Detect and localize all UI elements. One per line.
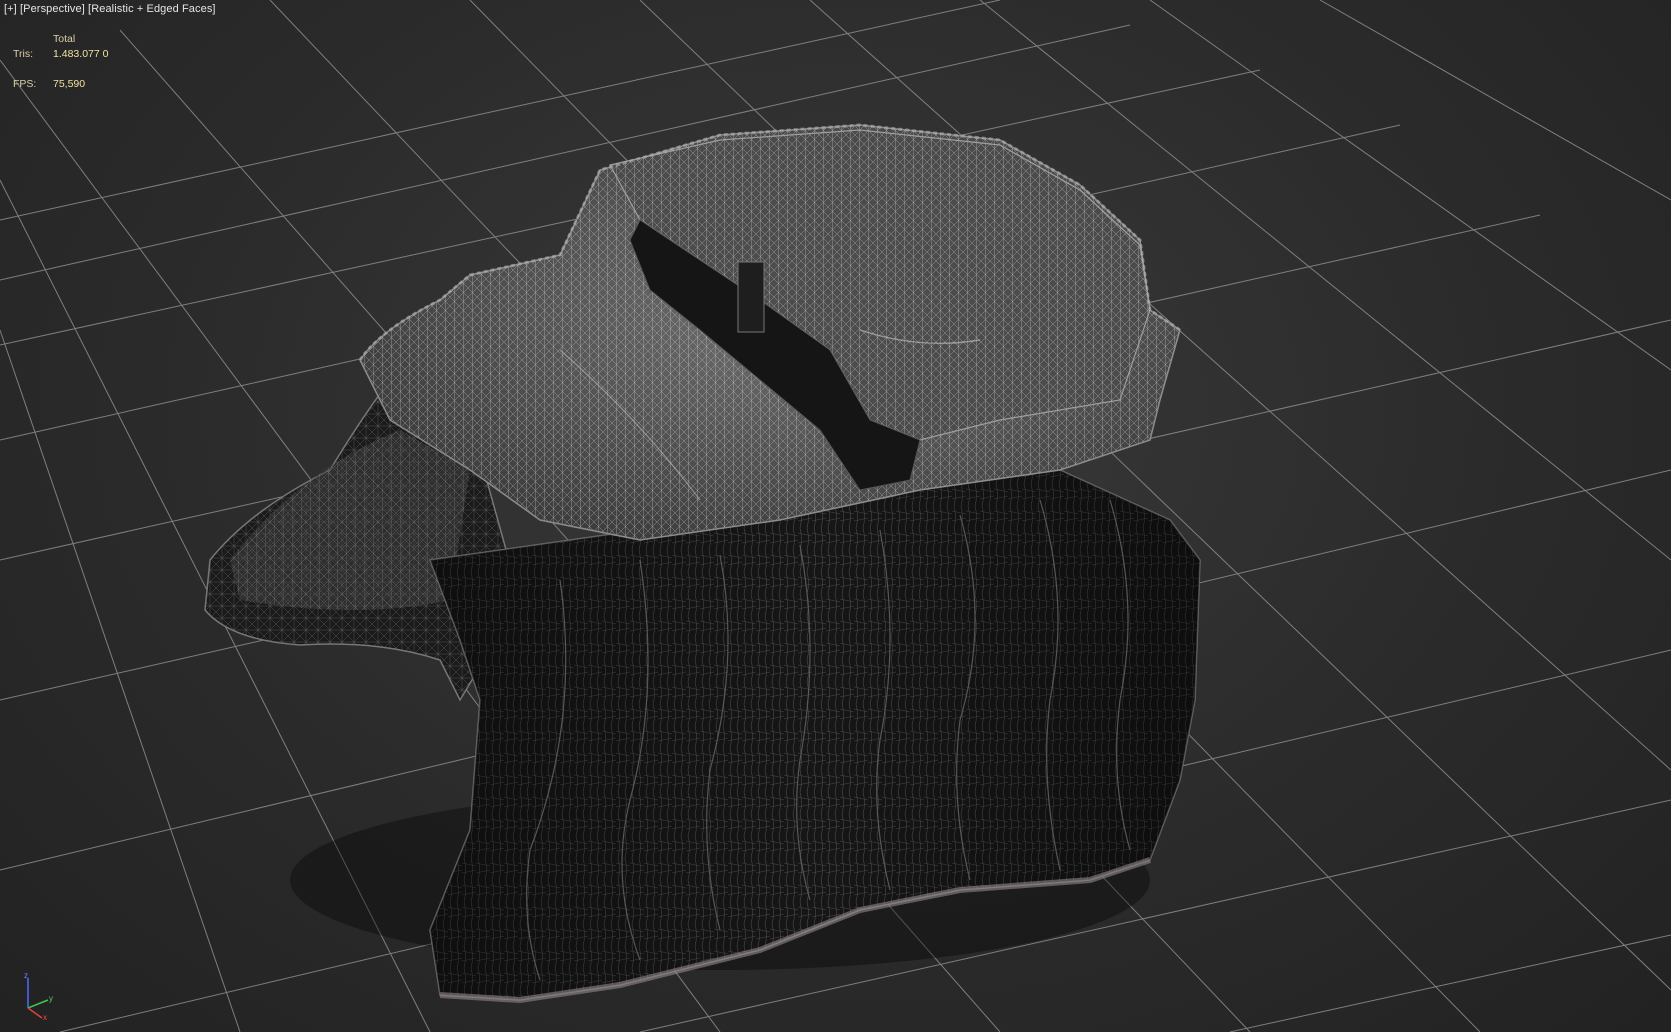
stats-tris-label: Tris: (13, 48, 34, 60)
3d-viewport[interactable]: [+] [Perspective] [Realistic + Edged Fac… (0, 0, 1671, 1032)
viewport-scene[interactable] (0, 0, 1671, 1032)
axis-tripod-icon: z y x (24, 971, 53, 1020)
viewport-shading-menu[interactable]: [Realistic + Edged Faces] (88, 3, 216, 15)
viewport-label: [+] [Perspective] [Realistic + Edged Fac… (4, 3, 216, 15)
stats-fps-label: FPS: (13, 78, 37, 90)
axis-y-label: y (49, 994, 53, 1003)
axis-x-label: x (43, 1013, 47, 1020)
stats-tris-value: 1.483.077 0 (53, 48, 109, 60)
tree-stump-mesh[interactable] (204, 123, 1201, 1004)
stats-header-total: Total (53, 33, 76, 45)
viewport-general-menu[interactable]: [+] (4, 3, 17, 15)
stump-splinter (737, 261, 765, 333)
axis-z-label: z (24, 971, 28, 980)
stats-fps-value: 75,590 (53, 78, 86, 90)
viewport-point-of-view-menu[interactable]: [Perspective] (20, 3, 85, 15)
